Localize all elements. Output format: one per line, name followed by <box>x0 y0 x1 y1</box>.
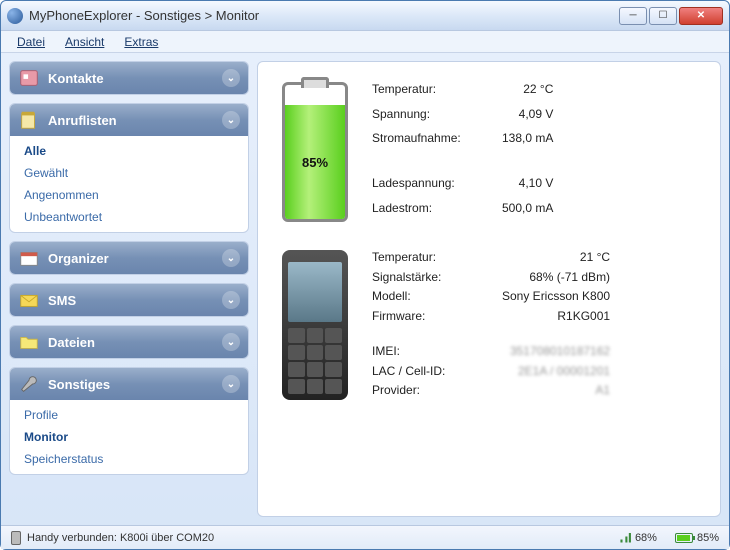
wrench-icon <box>18 373 40 395</box>
section-header-kontakte[interactable]: Kontakte ⌄ <box>10 62 248 94</box>
section-header-anruflisten[interactable]: Anruflisten ⌄ <box>10 104 248 136</box>
status-signal-value: 68% <box>635 532 657 544</box>
section-organizer: Organizer ⌄ <box>9 241 249 275</box>
body: Kontakte ⌄ Anruflisten ⌄ Alle Gewählt An… <box>1 53 729 525</box>
contacts-icon <box>18 67 40 89</box>
chevron-down-icon: ⌄ <box>222 291 240 309</box>
sidebar-item-alle[interactable]: Alle <box>10 140 248 162</box>
section-header-sms[interactable]: SMS ⌄ <box>10 284 248 316</box>
value-imei: 351708010187162 <box>502 344 640 361</box>
calllist-icon <box>18 109 40 131</box>
maximize-button[interactable]: ☐ <box>649 7 677 25</box>
menu-extras[interactable]: Extras <box>116 33 166 51</box>
value-ptemp: 21 °C <box>502 250 640 267</box>
label-temp: Temperatur: <box>372 82 502 104</box>
main-panel: 85% Temperatur: 22 °C Spannung: 4,09 V S… <box>257 61 721 517</box>
titlebar[interactable]: MyPhoneExplorer - Sonstiges > Monitor ─ … <box>1 1 729 31</box>
window-buttons: ─ ☐ ✕ <box>619 7 723 25</box>
status-battery-value: 85% <box>697 532 719 544</box>
label-ptemp: Temperatur: <box>372 250 502 267</box>
battery-visual: 85% <box>282 82 348 222</box>
minimize-button[interactable]: ─ <box>619 7 647 25</box>
status-text: Handy verbunden: K800i über COM20 <box>27 532 214 544</box>
phone-row: Temperatur: 21 °C Signalstärke: 68% (-71… <box>282 250 696 400</box>
label-voltage: Spannung: <box>372 107 502 129</box>
section-header-sonstiges[interactable]: Sonstiges ⌄ <box>10 368 248 400</box>
organizer-icon <box>18 247 40 269</box>
window-title: MyPhoneExplorer - Sonstiges > Monitor <box>29 8 619 23</box>
phone-keypad <box>288 328 342 394</box>
app-window: MyPhoneExplorer - Sonstiges > Monitor ─ … <box>0 0 730 550</box>
label-charge-v: Ladespannung: <box>372 176 502 198</box>
value-temp: 22 °C <box>502 82 583 104</box>
status-battery: 85% <box>675 532 719 544</box>
section-sms: SMS ⌄ <box>9 283 249 317</box>
label-imei: IMEI: <box>372 344 502 361</box>
menubar: Datei Ansicht Extras <box>1 31 729 53</box>
value-provider: A1 <box>502 383 640 400</box>
section-header-dateien[interactable]: Dateien ⌄ <box>10 326 248 358</box>
battery-fill: 85% <box>285 105 345 219</box>
chevron-down-icon: ⌄ <box>222 69 240 87</box>
section-label: Organizer <box>48 251 109 266</box>
status-main: Handy verbunden: K800i über COM20 <box>11 531 599 545</box>
section-label: Sonstiges <box>48 377 110 392</box>
label-provider: Provider: <box>372 383 502 400</box>
chevron-down-icon: ⌄ <box>222 249 240 267</box>
section-dateien: Dateien ⌄ <box>9 325 249 359</box>
value-firmware: R1KG001 <box>502 309 640 326</box>
section-kontakte: Kontakte ⌄ <box>9 61 249 95</box>
menu-datei[interactable]: Datei <box>9 33 53 51</box>
sidebar-item-gewaehlt[interactable]: Gewählt <box>10 162 248 184</box>
battery-kv: Temperatur: 22 °C Spannung: 4,09 V Strom… <box>372 82 583 222</box>
close-button[interactable]: ✕ <box>679 7 723 25</box>
sidebar-item-angenommen[interactable]: Angenommen <box>10 184 248 206</box>
section-label: Dateien <box>48 335 95 350</box>
sidebar: Kontakte ⌄ Anruflisten ⌄ Alle Gewählt An… <box>9 61 249 517</box>
section-sonstiges: Sonstiges ⌄ Profile Monitor Speicherstat… <box>9 367 249 475</box>
app-icon <box>7 8 23 24</box>
label-signal: Signalstärke: <box>372 270 502 287</box>
value-charge-i: 500,0 mA <box>502 201 583 223</box>
chevron-down-icon: ⌄ <box>222 375 240 393</box>
value-signal: 68% (-71 dBm) <box>502 270 640 287</box>
value-model: Sony Ericsson K800 <box>502 289 640 306</box>
phone-mini-icon <box>11 531 21 545</box>
chevron-down-icon: ⌄ <box>222 111 240 129</box>
section-label: Kontakte <box>48 71 104 86</box>
phone-visual <box>282 250 348 400</box>
value-voltage: 4,09 V <box>502 107 583 129</box>
value-lac: 2E1A / 00001201 <box>502 364 640 381</box>
section-items-anruflisten: Alle Gewählt Angenommen Unbeantwortet <box>10 136 248 232</box>
phone-screen <box>288 262 342 322</box>
label-lac: LAC / Cell-ID: <box>372 364 502 381</box>
folder-icon <box>18 331 40 353</box>
label-current: Stromaufnahme: <box>372 131 502 153</box>
value-current: 138,0 mA <box>502 131 583 153</box>
section-header-organizer[interactable]: Organizer ⌄ <box>10 242 248 274</box>
sidebar-item-profile[interactable]: Profile <box>10 404 248 426</box>
status-signal: 68% <box>617 532 657 544</box>
sidebar-item-speicherstatus[interactable]: Speicherstatus <box>10 448 248 470</box>
value-charge-v: 4,10 V <box>502 176 583 198</box>
label-charge-i: Ladestrom: <box>372 201 502 223</box>
section-label: SMS <box>48 293 76 308</box>
label-model: Modell: <box>372 289 502 306</box>
battery-row: 85% Temperatur: 22 °C Spannung: 4,09 V S… <box>282 82 696 222</box>
battery-percent-text: 85% <box>302 155 328 170</box>
section-items-sonstiges: Profile Monitor Speicherstatus <box>10 400 248 474</box>
menu-ansicht[interactable]: Ansicht <box>57 33 112 51</box>
section-label: Anruflisten <box>48 113 117 128</box>
chevron-down-icon: ⌄ <box>222 333 240 351</box>
sidebar-item-monitor[interactable]: Monitor <box>10 426 248 448</box>
phone-kv: Temperatur: 21 °C Signalstärke: 68% (-71… <box>372 250 640 400</box>
envelope-icon <box>18 289 40 311</box>
signal-icon <box>617 533 631 543</box>
section-anruflisten: Anruflisten ⌄ Alle Gewählt Angenommen Un… <box>9 103 249 233</box>
label-firmware: Firmware: <box>372 309 502 326</box>
statusbar: Handy verbunden: K800i über COM20 68% 85… <box>1 525 729 549</box>
sidebar-item-unbeantwortet[interactable]: Unbeantwortet <box>10 206 248 228</box>
battery-icon <box>675 533 693 543</box>
